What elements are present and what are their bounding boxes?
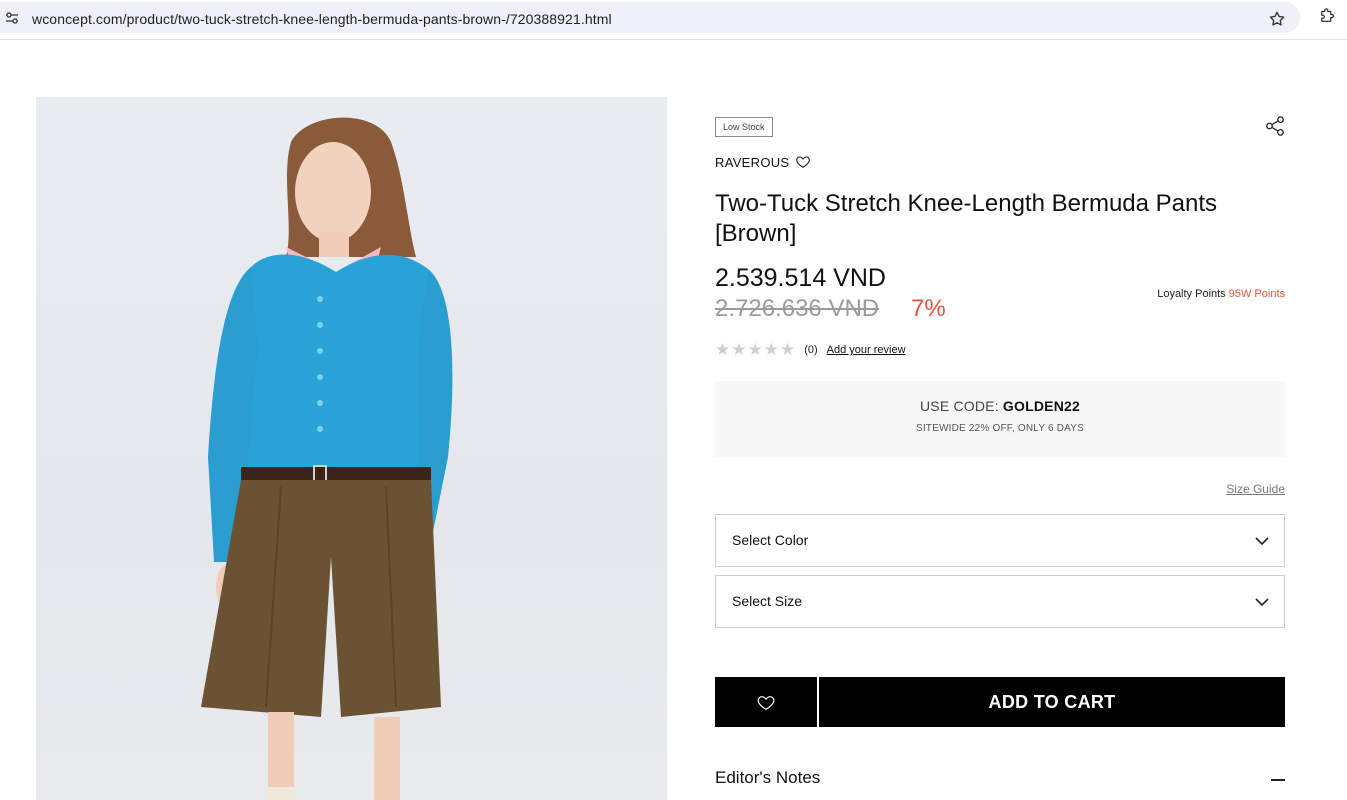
review-row: ★★★★★ (0) Add your review	[715, 340, 906, 360]
add-review-link[interactable]: Add your review	[827, 344, 906, 356]
size-guide-link[interactable]: Size Guide	[1226, 482, 1285, 496]
original-price: 2.726.636 VND	[715, 295, 880, 322]
size-select[interactable]: Select Size	[715, 575, 1285, 628]
chevron-down-icon	[1255, 598, 1269, 607]
extensions-icon[interactable]	[1318, 7, 1336, 25]
color-select[interactable]: Select Color	[715, 514, 1285, 567]
add-to-cart-button[interactable]: ADD TO CART	[819, 677, 1285, 727]
loyalty-points-value: 95W Points	[1228, 288, 1285, 300]
sale-price: 2.539.514 VND	[715, 264, 886, 292]
brand-row: RAVEROUS	[715, 154, 811, 170]
wishlist-button[interactable]	[715, 677, 817, 727]
share-icon[interactable]	[1264, 115, 1286, 137]
browser-address-bar: wconcept.com/product/two-tuck-stretch-kn…	[0, 0, 1347, 40]
discount-percent: 7%	[911, 295, 946, 322]
brand-name[interactable]: RAVEROUS	[715, 155, 789, 170]
heart-icon[interactable]	[795, 154, 811, 170]
product-title: Two-Tuck Stretch Knee-Length Bermuda Pan…	[715, 190, 1218, 247]
promo-banner: USE CODE: GOLDEN22 SITEWIDE 22% OFF, ONL…	[715, 381, 1285, 457]
heart-icon	[757, 696, 775, 711]
size-select-label: Select Size	[732, 593, 803, 609]
promo-code-line: USE CODE: GOLDEN22	[715, 398, 1285, 414]
low-stock-badge: Low Stock	[715, 117, 773, 137]
product-photo-illustration	[201, 117, 453, 800]
review-count: (0)	[804, 344, 818, 356]
site-info-icon[interactable]	[5, 11, 19, 25]
product-image[interactable]	[36, 97, 667, 800]
loyalty-label: Loyalty Points	[1157, 288, 1226, 300]
editors-notes-heading[interactable]: Editor's Notes	[715, 768, 820, 788]
promo-use-code-label: USE CODE:	[920, 398, 999, 414]
promo-subtext: SITEWIDE 22% OFF, ONLY 6 DAYS	[915, 423, 1085, 434]
color-select-label: Select Color	[732, 532, 809, 548]
rating-stars-icon: ★★★★★	[715, 340, 797, 359]
url-text[interactable]: wconcept.com/product/two-tuck-stretch-kn…	[32, 11, 612, 27]
url-bar[interactable]: wconcept.com/product/two-tuck-stretch-kn…	[0, 2, 1300, 33]
promo-code: GOLDEN22	[1002, 398, 1080, 414]
star-icon[interactable]	[1268, 10, 1286, 28]
loyalty-points: Loyalty Points 95W Points	[1157, 288, 1285, 300]
collapse-minus-icon[interactable]	[1271, 779, 1285, 781]
chevron-down-icon	[1255, 537, 1269, 546]
